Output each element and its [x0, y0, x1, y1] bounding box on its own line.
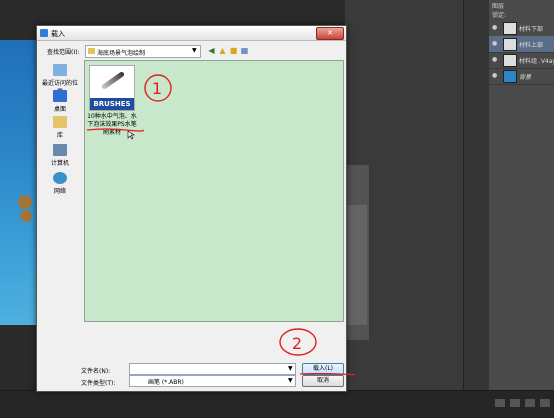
app-icon	[40, 29, 48, 37]
lock-label: 锁定:	[492, 12, 507, 19]
layer-row[interactable]: ● 材料下部	[489, 20, 554, 37]
place-computer[interactable]: 计算机	[40, 144, 80, 167]
annotation-underline-2	[299, 372, 355, 376]
document-canvas	[0, 40, 36, 325]
place-desktop[interactable]: 桌面	[40, 90, 80, 113]
annotation-circle-2: 2	[279, 328, 317, 356]
file-type-select[interactable]: 画笔 (*.ABR) ▼	[129, 375, 296, 387]
link-icon[interactable]	[495, 399, 505, 407]
look-in-label: 查找范围(I):	[47, 49, 80, 56]
eye-icon[interactable]: ●	[492, 24, 497, 31]
dialog-title: 载入	[51, 30, 65, 38]
mouse-cursor-icon	[127, 130, 135, 140]
dialog-titlebar[interactable]: 载入 ✕	[37, 26, 346, 41]
place-libraries[interactable]: 库	[40, 116, 80, 139]
back-icon[interactable]: ◀	[207, 46, 216, 55]
load-dialog: 载入 ✕ 查找范围(I): 海底场景气泡绘制 ▼ ◀ ▲ ■ ▦ 最近访问的位置…	[36, 25, 355, 392]
computer-icon	[53, 144, 67, 156]
layer-row[interactable]: ●材料组 .V4ayC	[489, 52, 554, 69]
layer-row[interactable]: ● 材料上部	[489, 36, 554, 53]
view-menu-icon[interactable]: ▦	[240, 46, 249, 55]
fx-icon[interactable]	[510, 399, 520, 407]
svg-text:2: 2	[292, 334, 302, 353]
file-name-label: 文件名(N):	[81, 368, 111, 375]
chevron-down-icon[interactable]: ▼	[288, 365, 293, 372]
eye-icon[interactable]: ●	[492, 40, 497, 47]
file-list[interactable]: BRUSHES 10种水中气泡、水下泡沫效果PS水笔刷素材	[84, 60, 344, 322]
places-bar: 最近访问的位置 桌面 库 计算机 网络	[40, 60, 80, 320]
panel-icon-strip	[463, 0, 490, 417]
layer-row[interactable]: ● 背景	[489, 68, 554, 85]
eye-icon[interactable]: ●	[492, 72, 497, 79]
recent-places-icon	[53, 64, 67, 76]
canvas-pebble	[18, 195, 32, 209]
svg-text:1: 1	[152, 79, 162, 98]
place-network[interactable]: 网络	[40, 172, 80, 195]
panel-collapsed	[345, 165, 369, 340]
look-in-select[interactable]: 海底场景气泡绘制 ▼	[85, 45, 201, 58]
folder-icon	[88, 48, 95, 54]
up-folder-icon[interactable]: ▲	[218, 46, 227, 55]
brush-file-icon: BRUSHES	[89, 65, 135, 111]
chevron-down-icon: ▼	[192, 47, 197, 54]
new-folder-icon[interactable]: ■	[229, 46, 238, 55]
eye-icon[interactable]: ●	[492, 56, 497, 63]
close-button[interactable]: ✕	[316, 27, 344, 40]
status-bar	[0, 390, 554, 418]
desktop-icon	[53, 90, 67, 102]
network-icon	[53, 172, 67, 184]
layers-header: 图层	[492, 3, 505, 10]
canvas-pebble	[20, 210, 32, 222]
mask-icon[interactable]	[525, 399, 535, 407]
chevron-down-icon: ▼	[288, 377, 293, 384]
layers-panel: 图层 锁定: ●材料下部 ●材料上部 ●材料组 .V4ayC ●背景	[489, 0, 554, 417]
libraries-icon	[53, 116, 67, 128]
annotation-underline-1	[86, 128, 144, 132]
annotation-circle-1: 1	[144, 74, 172, 102]
file-name-input[interactable]: ▼	[129, 363, 296, 375]
trash-icon[interactable]	[540, 399, 550, 407]
file-type-label: 文件类型(T):	[81, 380, 116, 387]
